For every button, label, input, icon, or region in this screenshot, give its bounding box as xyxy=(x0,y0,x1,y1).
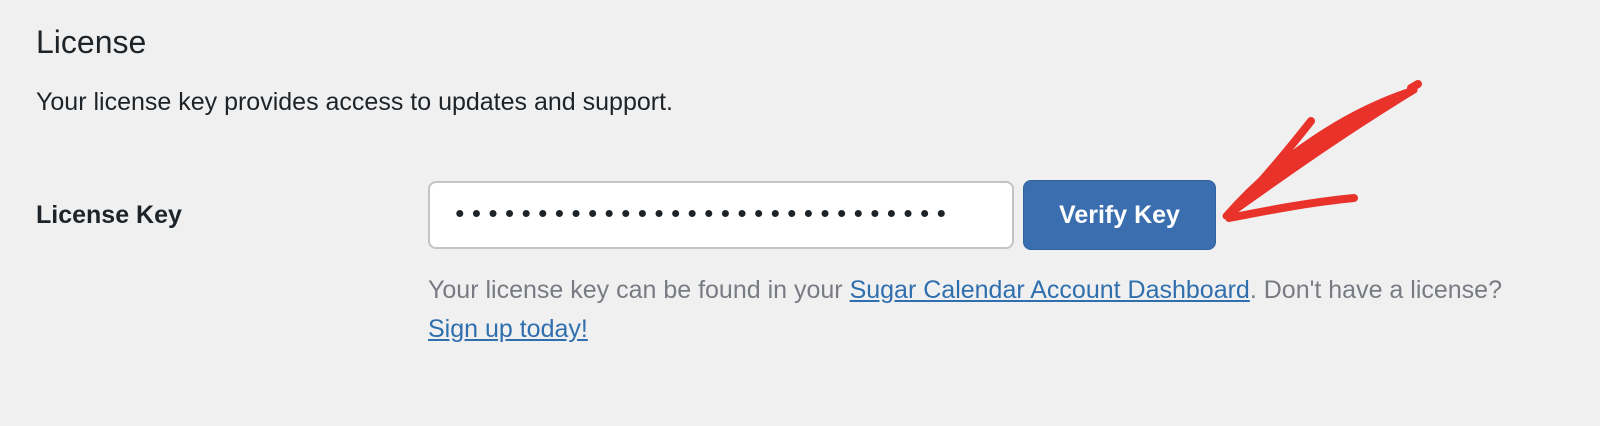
license-help-text: Your license key can be found in your Su… xyxy=(428,271,1558,349)
license-key-input[interactable] xyxy=(428,181,1014,249)
account-dashboard-link[interactable]: Sugar Calendar Account Dashboard xyxy=(850,276,1250,304)
help-text-middle: . Don't have a license? xyxy=(1249,276,1502,304)
help-text-intro: Your license key can be found in your xyxy=(428,276,850,304)
section-description: Your license key provides access to upda… xyxy=(36,88,673,116)
section-title: License xyxy=(36,24,147,60)
sign-up-link[interactable]: Sign up today! xyxy=(428,315,588,343)
license-key-label: License Key xyxy=(36,201,182,229)
verify-key-button[interactable]: Verify Key xyxy=(1023,180,1216,250)
